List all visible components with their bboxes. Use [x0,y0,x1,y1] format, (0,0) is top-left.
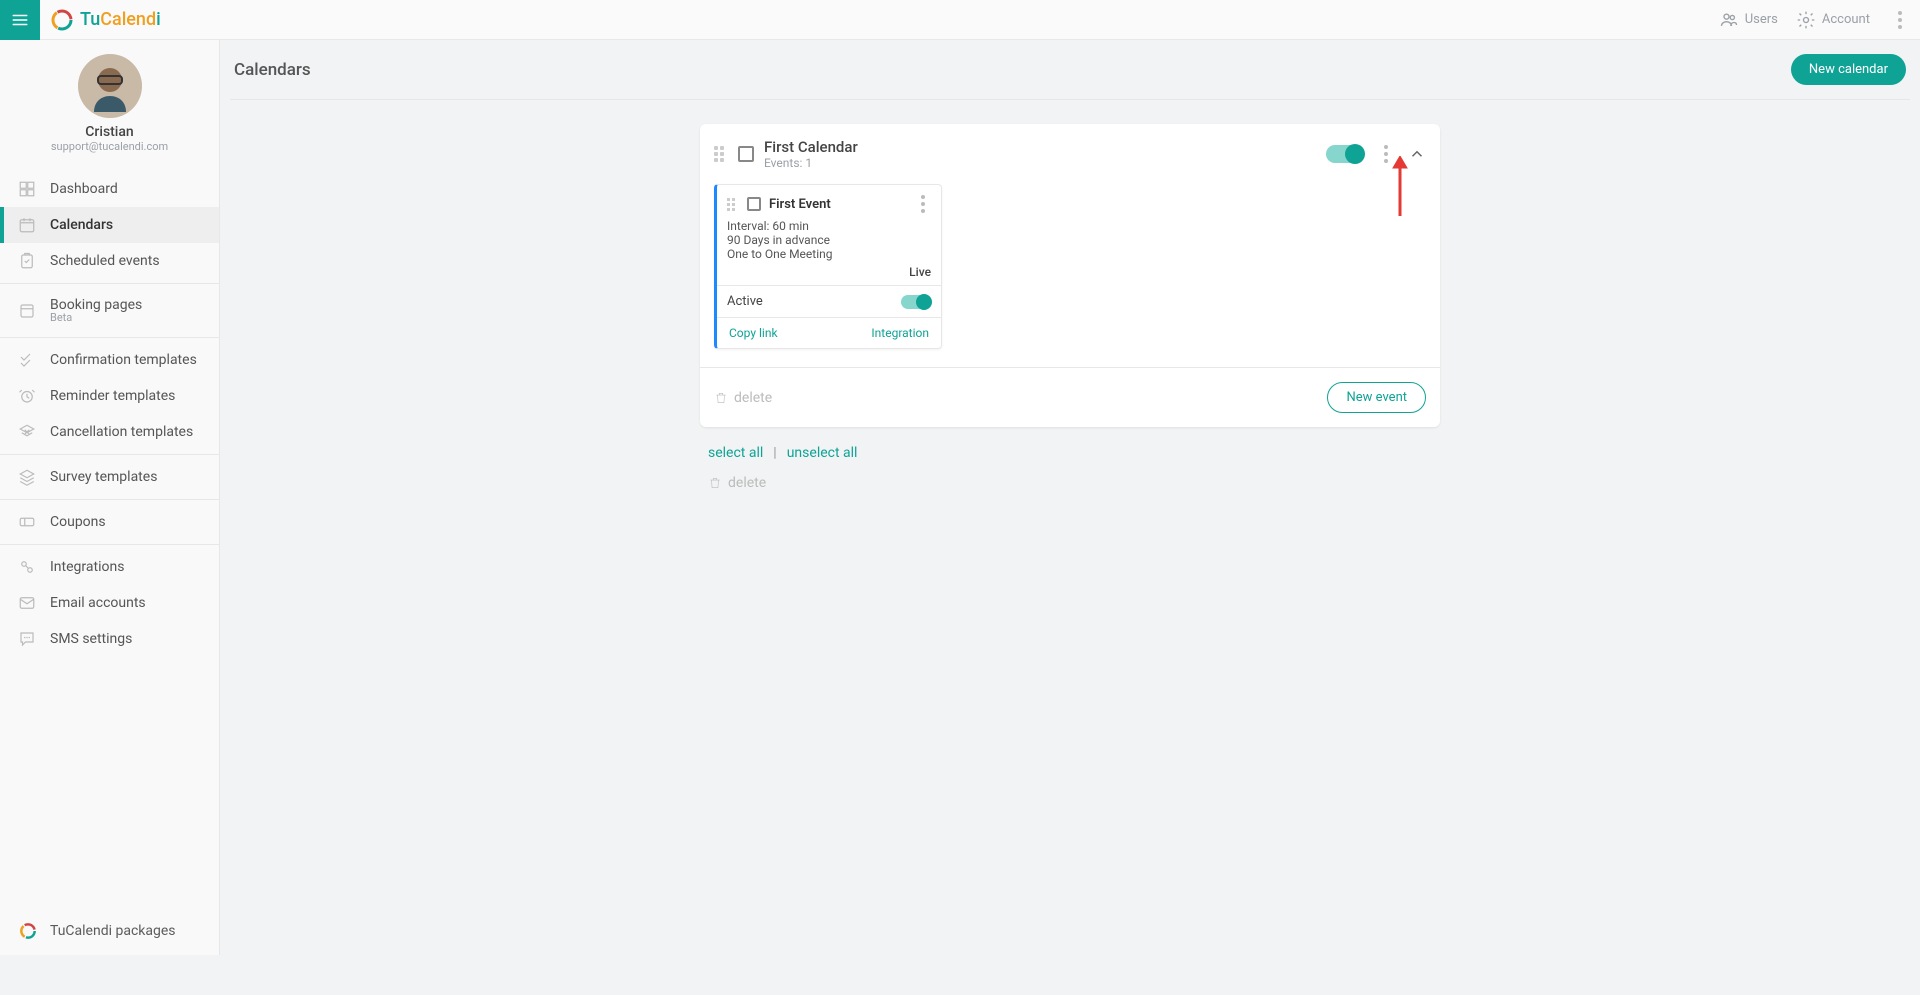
sidebar-item-label: Cancellation templates [50,424,193,440]
event-title: First Event [769,197,831,212]
page-icon [18,302,36,320]
profile-email: support@tucalendi.com [51,140,168,153]
sidebar-item-label: Confirmation templates [50,352,197,368]
check-stack-icon [18,351,36,369]
select-row: select all | unselect all [700,441,1440,465]
delete-label: delete [728,475,766,491]
sidebar-item-calendars[interactable]: Calendars [0,207,219,243]
sidebar-item-label: SMS settings [50,631,132,647]
hamburger-menu[interactable] [0,0,40,40]
logo-small-icon [18,921,38,941]
dashboard-icon [18,180,36,198]
sidebar-item-label: Calendars [50,217,113,233]
sidebar-item-email-accounts[interactable]: Email accounts [0,585,219,621]
integration-link[interactable]: Integration [871,326,929,340]
event-active-toggle[interactable] [901,295,931,309]
profile-name: Cristian [85,124,133,140]
event-live-badge: Live [727,265,931,279]
page-header: Calendars New calendar [230,40,1910,100]
account-label: Account [1822,12,1870,27]
sidebar-item-label: Survey templates [50,469,157,485]
clipboard-icon [18,252,36,270]
sidebar-item-label: Scheduled events [50,253,160,269]
event-more-menu[interactable] [915,195,931,213]
avatar [78,54,142,118]
sidebar-item-coupons[interactable]: Coupons [0,504,219,540]
unselect-all-link[interactable]: unselect all [787,445,858,461]
calendar-header: First Calendar Events: 1 [700,124,1440,180]
gear-icon [1796,10,1816,30]
sidebar-item-label: Dashboard [50,181,118,197]
sidebar-item-cancellation-templates[interactable]: Cancellation templates [0,414,219,450]
event-type: One to One Meeting [727,247,931,261]
sidebar-item-booking-pages[interactable]: Booking pagesBeta [0,288,219,333]
page-title: Calendars [234,60,311,80]
calendar-delete-button[interactable]: delete [714,390,772,406]
users-label: Users [1745,12,1778,27]
logo-icon [50,8,74,32]
users-icon [1719,10,1739,30]
logo-text: TuCalendi [80,9,161,30]
main-content: Calendars New calendar First Calendar Ev… [220,40,1920,515]
new-calendar-button[interactable]: New calendar [1791,54,1906,85]
calendar-checkbox[interactable] [738,146,754,162]
trash-icon [708,476,722,490]
sidebar-item-label: Email accounts [50,595,146,611]
alarm-icon [18,387,36,405]
logo[interactable]: TuCalendi [50,8,161,32]
drag-handle-icon[interactable] [727,198,739,211]
users-link[interactable]: Users [1719,10,1778,30]
calendar-title: First Calendar [764,138,858,156]
sidebar-packages-label: TuCalendi packages [50,923,176,939]
layers-icon [18,468,36,486]
calendar-toggle[interactable] [1326,145,1364,163]
ticket-icon [18,513,36,531]
bulk-delete-button[interactable]: delete [708,475,1432,491]
calendar-card: First Calendar Events: 1 [700,124,1440,427]
hamburger-icon [11,11,29,29]
select-all-link[interactable]: select all [708,445,763,461]
sidebar-item-dashboard[interactable]: Dashboard [0,171,219,207]
profile[interactable]: Cristian support@tucalendi.com [0,40,219,163]
account-link[interactable]: Account [1796,10,1870,30]
copy-link-button[interactable]: Copy link [729,326,778,340]
topbar: TuCalendi Users Account [0,0,1920,40]
event-checkbox[interactable] [747,197,761,211]
new-event-button[interactable]: New event [1327,382,1426,413]
sidebar-item-reminder-templates[interactable]: Reminder templates [0,378,219,414]
calendar-more-menu[interactable] [1378,145,1394,163]
sidebar-item-scheduled-events[interactable]: Scheduled events [0,243,219,279]
event-card: First Event Interval: 60 min 90 Days in … [714,184,942,349]
cancel-icon [18,423,36,441]
sidebar-item-survey-templates[interactable]: Survey templates [0,459,219,495]
integrations-icon [18,558,36,576]
sidebar-item-confirmation-templates[interactable]: Confirmation templates [0,342,219,378]
sidebar-item-label: Reminder templates [50,388,175,404]
trash-icon [714,391,728,405]
sidebar-item-label: Coupons [50,514,106,530]
sidebar: Cristian support@tucalendi.com Dashboard… [0,40,220,955]
event-advance: 90 Days in advance [727,233,931,247]
sidebar-packages[interactable]: TuCalendi packages [0,907,219,955]
sidebar-item-integrations[interactable]: Integrations [0,549,219,585]
delete-label: delete [734,390,772,406]
mail-icon [18,594,36,612]
chevron-up-icon[interactable] [1408,145,1426,163]
drag-handle-icon[interactable] [714,146,728,162]
sidebar-item-label: Integrations [50,559,124,575]
calendar-subtitle: Events: 1 [764,156,858,170]
event-active-label: Active [727,294,763,309]
nav-list: Dashboard Calendars Scheduled events Boo… [0,171,219,657]
sms-icon [18,630,36,648]
more-vert-icon [1892,11,1908,29]
sidebar-item-sms-settings[interactable]: SMS settings [0,621,219,657]
calendar-icon [18,216,36,234]
event-interval: Interval: 60 min [727,219,931,233]
topbar-more-menu[interactable] [1888,0,1912,40]
